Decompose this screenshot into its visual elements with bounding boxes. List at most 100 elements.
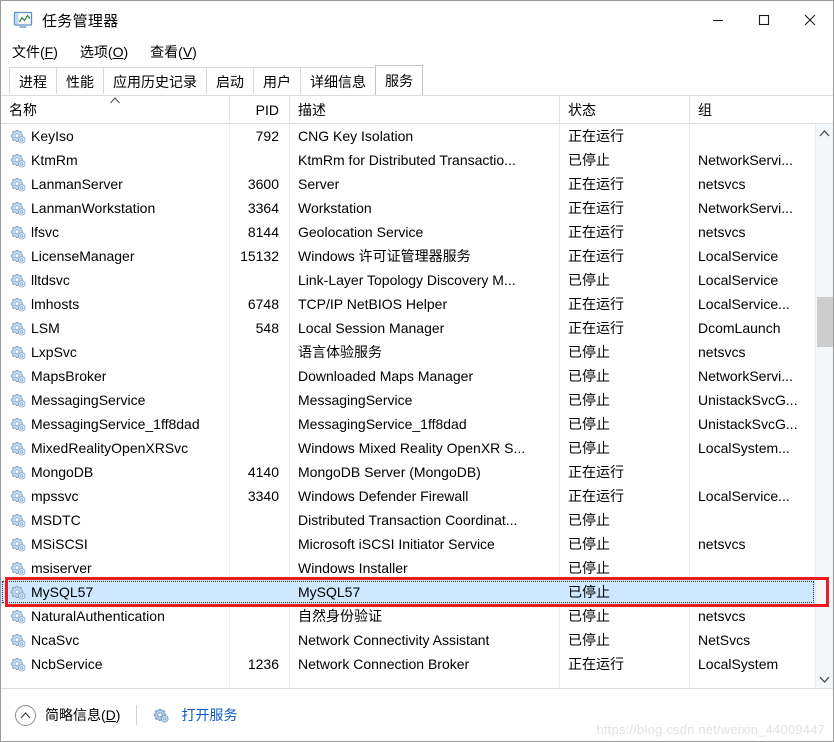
table-row[interactable]: mpssvc 3340 Windows Defender Firewall 正在运行 L…	[1, 484, 815, 508]
cell-description: Local Session Manager	[289, 316, 559, 340]
minimize-button[interactable]	[695, 1, 741, 39]
status-label: 已停止	[568, 512, 610, 528]
column-header-description[interactable]: 描述	[289, 96, 559, 123]
table-row[interactable]: LSM 548 Local Session Manager 正在运行 DcomLaunc…	[1, 316, 815, 340]
cell-service-name: MongoDB	[1, 460, 229, 484]
table-row[interactable]: lltdsvc Link-Layer Topology Discovery M..…	[1, 268, 815, 292]
tab-startup[interactable]: 启动	[206, 67, 254, 95]
cell-group: NetworkServi...	[689, 364, 813, 388]
cell-description: CNG Key Isolation	[289, 124, 559, 148]
service-gear-icon	[10, 225, 26, 240]
fewer-details-accel: D	[105, 707, 116, 723]
menu-item-options[interactable]: 选项(O)	[78, 41, 130, 63]
pid-label: 15132	[240, 248, 279, 264]
tab-users[interactable]: 用户	[253, 67, 301, 95]
vertical-scrollbar[interactable]	[815, 124, 833, 688]
description-label: Microsoft iSCSI Initiator Service	[298, 536, 495, 552]
description-label: Geolocation Service	[298, 224, 424, 240]
column-header-name-label: 名称	[9, 101, 37, 118]
service-gear-icon	[10, 585, 26, 600]
description-label: TCP/IP NetBIOS Helper	[298, 296, 448, 312]
status-label: 正在运行	[568, 176, 624, 192]
column-header-pid[interactable]: PID	[229, 96, 289, 123]
title-bar: 任务管理器	[1, 1, 833, 39]
table-row[interactable]: LicenseManager 15132 Windows 许可证管理器服务 正在运行 L…	[1, 244, 815, 268]
cell-status: 正在运行	[559, 484, 689, 508]
table-row[interactable]: NcbService 1236 Network Connection Broker 正…	[1, 652, 815, 676]
tab-details[interactable]: 详细信息	[300, 67, 376, 95]
service-name-label: MessagingService	[31, 392, 146, 408]
table-row[interactable]: MySQL57 MySQL57 已停止	[1, 580, 815, 604]
open-services-link[interactable]: 打开服务	[153, 705, 237, 725]
table-row[interactable]: LanmanServer 3600 Server 正在运行 netsvcs	[1, 172, 815, 196]
description-label: Link-Layer Topology Discovery M...	[298, 272, 516, 288]
status-label: 正在运行	[568, 248, 624, 264]
watermark-text: https://blog.csdn.net/weixin_44009447	[596, 722, 825, 737]
maximize-button[interactable]	[741, 1, 787, 39]
cell-status: 正在运行	[559, 292, 689, 316]
group-label: netsvcs	[698, 608, 746, 624]
description-label: Local Session Manager	[298, 320, 445, 336]
cell-group	[689, 508, 813, 532]
table-row[interactable]: NcaSvc Network Connectivity Assistant 已停止 N…	[1, 628, 815, 652]
table-row[interactable]: MSiSCSI Microsoft iSCSI Initiator Service…	[1, 532, 815, 556]
group-label: NetworkServi...	[698, 152, 793, 168]
cell-description: KtmRm for Distributed Transactio...	[289, 148, 559, 172]
cell-service-name: lfsvc	[1, 220, 229, 244]
cell-status: 已停止	[559, 268, 689, 292]
menu-bar: 文件(F) 选项(O) 查看(V)	[1, 39, 833, 65]
cell-status: 已停止	[559, 508, 689, 532]
tab-processes[interactable]: 进程	[9, 67, 57, 95]
scroll-up-arrow-icon[interactable]	[816, 124, 833, 142]
menu-item-view[interactable]: 查看(V)	[148, 41, 199, 63]
cell-pid	[229, 580, 289, 604]
column-header-name[interactable]: 名称	[1, 96, 229, 123]
fewer-details-button[interactable]: 简略信息(D)	[15, 704, 120, 726]
open-services-label: 打开服务	[181, 707, 238, 723]
status-label: 已停止	[568, 560, 610, 576]
table-row[interactable]: LanmanWorkstation 3364 Workstation 正在运行 Netw…	[1, 196, 815, 220]
description-label: 语言体验服务	[298, 344, 382, 360]
cell-status: 正在运行	[559, 172, 689, 196]
sort-ascending-icon	[110, 97, 121, 107]
tab-services[interactable]: 服务	[375, 65, 423, 95]
table-row[interactable]: MapsBroker Downloaded Maps Manager 已停止 Netw…	[1, 364, 815, 388]
cell-service-name: MySQL57	[1, 580, 229, 604]
close-button[interactable]	[787, 1, 833, 39]
table-row[interactable]: MixedRealityOpenXRSvc Windows Mixed Reali…	[1, 436, 815, 460]
window-controls	[695, 1, 833, 39]
table-row[interactable]: MessagingService MessagingService 已停止 Unist…	[1, 388, 815, 412]
table-row[interactable]: lfsvc 8144 Geolocation Service 正在运行 netsvcs	[1, 220, 815, 244]
cell-status: 已停止	[559, 604, 689, 628]
cell-description: Windows Defender Firewall	[289, 484, 559, 508]
table-row[interactable]: MongoDB 4140 MongoDB Server (MongoDB) 正在运行	[1, 460, 815, 484]
status-label: 正在运行	[568, 656, 624, 672]
table-row[interactable]: NaturalAuthentication 自然身份验证 已停止 netsvcs	[1, 604, 815, 628]
service-name-label: LSM	[31, 320, 60, 336]
service-name-label: LicenseManager	[31, 248, 135, 264]
table-row[interactable]: LxpSvc 语言体验服务 已停止 netsvcs	[1, 340, 815, 364]
group-label: LocalService...	[698, 488, 790, 504]
table-row[interactable]: MessagingService_1ff8dad MessagingService…	[1, 412, 815, 436]
cell-group	[689, 124, 813, 148]
tab-app-history[interactable]: 应用历史记录	[103, 67, 207, 95]
cell-status: 正在运行	[559, 196, 689, 220]
table-row[interactable]: MSDTC Distributed Transaction Coordinat..…	[1, 508, 815, 532]
tab-performance[interactable]: 性能	[56, 67, 104, 95]
column-header-group[interactable]: 组	[689, 96, 813, 123]
table-row[interactable]: KeyIso 792 CNG Key Isolation 正在运行	[1, 124, 815, 148]
status-label: 正在运行	[568, 464, 624, 480]
scrollbar-thumb[interactable]	[817, 297, 833, 347]
services-row-container: KeyIso 792 CNG Key Isolation 正在运行 KtmRm KtmRm…	[1, 124, 815, 688]
cell-pid	[229, 508, 289, 532]
menu-item-file[interactable]: 文件(F)	[10, 41, 60, 63]
table-row[interactable]: lmhosts 6748 TCP/IP NetBIOS Helper 正在运行 Loca…	[1, 292, 815, 316]
table-row[interactable]: KtmRm KtmRm for Distributed Transactio...…	[1, 148, 815, 172]
task-manager-window: 任务管理器 文件(F) 选项(O) 查看(V) 进程 性能 应用历史记录 启动 …	[0, 0, 834, 742]
cell-pid: 548	[229, 316, 289, 340]
table-row[interactable]: msiserver Windows Installer 已停止	[1, 556, 815, 580]
service-name-label: LanmanWorkstation	[31, 200, 156, 216]
scroll-down-arrow-icon[interactable]	[816, 670, 833, 688]
column-header-status[interactable]: 状态	[559, 96, 689, 123]
cell-group: netsvcs	[689, 604, 813, 628]
